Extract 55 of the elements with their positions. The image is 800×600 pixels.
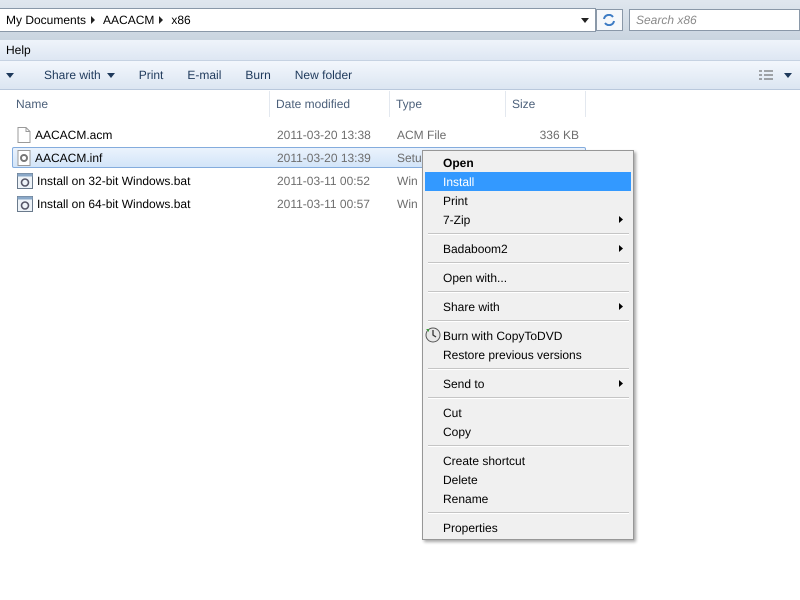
context-menu-item[interactable]: Open with...	[425, 268, 631, 287]
context-menu-item[interactable]: Restore previous versions	[425, 345, 631, 364]
search-field[interactable]: Search x86	[629, 9, 800, 31]
context-menu-item[interactable]: Print	[425, 191, 631, 210]
refresh-icon	[602, 14, 616, 26]
column-header[interactable]: Type	[390, 91, 506, 117]
type-cell-text: Win	[396, 196, 418, 210]
toolbar-button[interactable]: E-mail	[175, 63, 234, 87]
toolbar-button[interactable]: New folder	[282, 63, 364, 87]
context-menu-item[interactable]: Burn with CopyToDVD	[425, 326, 631, 345]
breadcrumb[interactable]: My Documents	[0, 13, 90, 27]
date-cell-text: 2011-03-20 13:38	[276, 128, 372, 142]
view-options-icon[interactable]	[758, 70, 774, 80]
chevron-icon[interactable]	[158, 16, 164, 24]
document-icon	[17, 126, 31, 142]
gear-window-icon	[17, 172, 33, 188]
gear-window-icon	[17, 196, 33, 212]
context-menu-item[interactable]: Share with	[425, 297, 631, 316]
file-name: AACACM.acm	[35, 128, 112, 142]
file-row[interactable]: AACACM.acm 2011-03-20 13:38 ACM File 336 KB	[12, 124, 586, 145]
context-menu-item[interactable]: Delete	[425, 470, 631, 489]
context-menu-item[interactable]: 7-Zip	[425, 210, 631, 229]
breadcrumb[interactable]: AACACM	[96, 13, 158, 27]
chevron-icon[interactable]	[90, 16, 96, 24]
context-menu-item[interactable]: Badaboom2	[425, 239, 631, 258]
column-header[interactable]: Name	[0, 91, 270, 117]
organize-caret-icon[interactable]	[6, 72, 14, 78]
toolbar-button[interactable]: Print	[126, 63, 176, 87]
column-header[interactable]: Date modified	[270, 91, 390, 117]
date-cell-text: 2011-03-11 00:57	[276, 196, 371, 210]
toolbar-button[interactable]: Burn	[233, 63, 283, 87]
menu-item[interactable]: Help	[0, 43, 37, 57]
settings-file-icon	[17, 150, 31, 166]
breadcrumb[interactable]: x86	[164, 13, 195, 27]
type-cell-text: ACM File	[396, 128, 446, 142]
context-menu-item[interactable]: Rename	[425, 489, 631, 508]
file-name: Install on 32-bit Windows.bat	[37, 174, 190, 188]
context-menu-item[interactable]: Send to	[425, 374, 631, 393]
date-cell-text: 2011-03-20 13:39	[276, 150, 372, 164]
column-header[interactable]: Size	[506, 91, 586, 117]
toolbar-button[interactable]: Share with	[32, 63, 127, 87]
address-bar[interactable]: My Documents AACACM x86	[0, 8, 596, 32]
refresh-button[interactable]	[596, 9, 623, 31]
type-cell-text: Win	[396, 174, 418, 188]
context-menu-item[interactable]: Copy	[425, 422, 631, 441]
context-menu-item[interactable]: Cut	[425, 403, 631, 422]
context-menu-item[interactable]: Properties	[425, 518, 631, 537]
file-name: Install on 64-bit Windows.bat	[37, 196, 190, 210]
type-cell-text: Setu	[396, 150, 422, 164]
file-name: AACACM.inf	[35, 150, 102, 164]
date-cell-text: 2011-03-11 00:52	[276, 174, 371, 188]
view-caret-icon[interactable]	[784, 72, 792, 78]
size-cell-text: 336 KB	[538, 128, 580, 142]
dropdown-caret-icon[interactable]	[580, 18, 589, 22]
context-menu-item[interactable]: Create shortcut	[425, 451, 631, 470]
